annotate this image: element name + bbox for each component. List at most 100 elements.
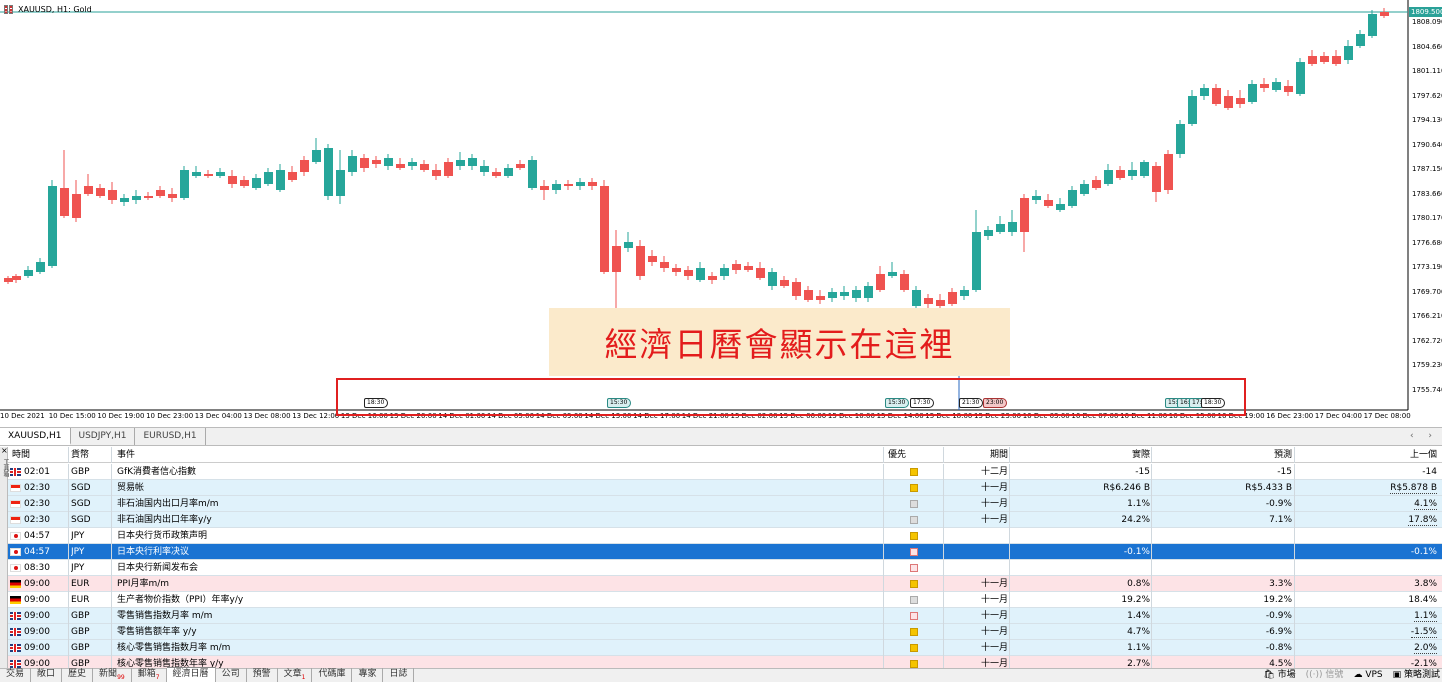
calendar-row[interactable]: 02:30 SGD 非石油国内出口月率m/m 十一月 1.1% -0.9% 4.1% — [8, 496, 1442, 512]
column-separator — [1009, 496, 1010, 512]
column-separator — [111, 592, 112, 608]
vps-link[interactable]: ☁ VPS — [1353, 669, 1382, 682]
candle-body — [120, 198, 129, 202]
column-separator — [111, 608, 112, 624]
candle-body — [204, 174, 213, 176]
candle-body — [312, 150, 321, 162]
signals-link[interactable]: ((·)) 信號 — [1306, 669, 1344, 682]
candle-body — [96, 188, 105, 196]
column-header-forecast[interactable]: 預測 — [1154, 447, 1292, 463]
candle-body — [216, 172, 225, 176]
calendar-row[interactable]: 02:01 GBP GfK消費者信心指數 十二月 -15 -15 -14 — [8, 464, 1442, 480]
column-separator — [111, 656, 112, 668]
candle-body — [1068, 190, 1077, 206]
calendar-row[interactable]: 09:00 GBP 核心零售销售指数年率 y/y 十一月 2.7% 4.5% -2.1% — [8, 656, 1442, 668]
tester-link[interactable]: ▣ 策略測試 — [1393, 669, 1440, 682]
calendar-row[interactable]: 09:00 GBP 零售销售额年率 y/y 十一月 4.7% -6.9% -1.5% — [8, 624, 1442, 640]
column-header-event[interactable]: 事件 — [117, 447, 317, 463]
calendar-row[interactable]: 04:57 JPY 日本央行货币政策声明 — [8, 528, 1442, 544]
price-chart[interactable]: XAUUSD, H1: Gold 1809.500 1808.090 1804.6… — [0, 0, 1442, 426]
toolbox-tab[interactable]: 經濟日曆 — [166, 666, 216, 682]
toolbox-tab[interactable]: 文章1 — [278, 667, 313, 682]
flag-icon — [10, 612, 21, 620]
column-header-priority[interactable]: 優先 — [888, 447, 928, 463]
flag-icon — [10, 532, 21, 540]
calendar-event-marker[interactable]: 21:30 — [959, 398, 984, 408]
toolbox-tab[interactable]: 專家 — [352, 667, 384, 682]
candle-body — [144, 196, 153, 198]
column-header-time[interactable]: 時間 — [12, 447, 52, 463]
toolbox-tab[interactable]: 預警 — [247, 667, 278, 682]
cell-period: 十一月 — [980, 659, 1008, 668]
chart-tab[interactable]: EURUSD,H1 — [135, 428, 206, 445]
toolbox-tab[interactable]: 公司 — [216, 667, 247, 682]
column-separator — [1294, 656, 1295, 668]
calendar-row[interactable]: 04:57 JPY 日本央行利率决议 -0.1% -0.1% — [8, 544, 1442, 560]
toolbox-tab[interactable]: 敞口 — [31, 667, 63, 682]
calendar-row[interactable]: 09:00 GBP 核心零售销售指数月率 m/m 十一月 1.1% -0.8% 2.0% — [8, 640, 1442, 656]
calendar-row[interactable]: 02:30 SGD 非石油国内出口年率y/y 十一月 24.2% 7.1% 17.8% — [8, 512, 1442, 528]
candle-body — [852, 290, 861, 298]
toolbox-tab[interactable]: 歷史 — [62, 667, 94, 682]
flag-icon — [10, 644, 21, 652]
calendar-event-marker[interactable]: 18:30 — [1201, 398, 1226, 408]
toolbox-tab-label: 日誌 — [389, 668, 408, 679]
column-separator — [68, 544, 69, 560]
column-header-actual[interactable]: 實際 — [1012, 447, 1150, 463]
cell-period: 十一月 — [980, 483, 1008, 493]
candle-body — [888, 272, 897, 276]
calendar-event-marker[interactable]: 17:30 — [910, 398, 935, 408]
column-header-period[interactable]: 期間 — [948, 447, 1008, 463]
candle-body — [1008, 222, 1017, 232]
candle-body — [516, 164, 525, 168]
column-separator — [1151, 624, 1152, 640]
price-axis-label: 1790.640 — [1412, 140, 1442, 149]
calendar-event-marker[interactable]: 15:30 — [607, 398, 632, 408]
chart-tab[interactable]: USDJPY,H1 — [71, 428, 136, 445]
chart-tab[interactable]: XAUUSD,H1 — [0, 428, 71, 445]
terminal-window: XAUUSD, H1: Gold 1809.500 1808.090 1804.6… — [0, 0, 1442, 682]
cell-event: PPI月率m/m — [117, 579, 170, 589]
toolbox-tab-label: 新聞 — [99, 668, 118, 679]
candle-body — [336, 170, 345, 196]
candle-body — [108, 190, 117, 200]
calendar-row[interactable]: 09:00 GBP 零售销售指数月率 m/m 十一月 1.4% -0.9% 1.1% — [8, 608, 1442, 624]
cell-event: 非石油国内出口年率y/y — [117, 515, 212, 525]
column-header-currency[interactable]: 貨幣 — [71, 447, 111, 463]
cell-period: 十一月 — [980, 611, 1008, 621]
cell-period: 十一月 — [980, 579, 1008, 589]
calendar-row[interactable]: 09:00 EUR 生产者物价指数（PPI）年率y/y 十一月 19.2% 19.2% 18… — [8, 592, 1442, 608]
candle-body — [396, 164, 405, 168]
calendar-event-marker[interactable]: 15:30 — [885, 398, 910, 408]
column-separator — [943, 656, 944, 668]
time-axis-label: 14 Dec 01:00 — [438, 412, 486, 420]
cell-previous: -14 — [1422, 467, 1437, 477]
tab-scroll-arrows[interactable]: ‹ › — [1410, 428, 1438, 445]
cell-time: 09:00 — [24, 643, 50, 653]
column-separator — [111, 480, 112, 496]
toolbox-tab[interactable]: 代碼庫 — [312, 667, 353, 682]
candle-body — [1128, 170, 1137, 176]
candle-body — [768, 272, 777, 286]
column-separator — [68, 480, 69, 496]
calendar-event-marker[interactable]: 18:30 — [364, 398, 389, 408]
toolbox-tab[interactable]: 日誌 — [383, 667, 415, 682]
calendar-row[interactable]: 02:30 SGD 贸易帐 十一月 R$6.246 B R$5.433 B R$5.878 … — [8, 480, 1442, 496]
candle-body — [876, 274, 885, 290]
candle-body — [672, 268, 681, 272]
column-separator — [1009, 608, 1010, 624]
candle-body — [840, 292, 849, 296]
calendar-row[interactable]: 09:00 EUR PPI月率m/m 十一月 0.8% 3.3% 3.8% — [8, 576, 1442, 592]
toolbox-tab[interactable]: 新聞99 — [93, 667, 132, 682]
candle-body — [600, 186, 609, 272]
toolbox-tab[interactable]: 郵箱7 — [132, 667, 167, 682]
toolbox-tab[interactable]: 交易 — [0, 667, 32, 682]
calendar-row[interactable]: 08:30 JPY 日本央行新闻发布会 — [8, 560, 1442, 576]
toolbox-tab-label: 代碼庫 — [318, 668, 346, 679]
close-icon[interactable]: × — [1, 447, 8, 455]
column-separator — [111, 544, 112, 560]
cell-event: 零售销售指数月率 m/m — [117, 611, 213, 621]
calendar-event-marker[interactable]: 23:00 — [983, 398, 1008, 408]
column-header-previous[interactable]: 上一個 — [1296, 447, 1437, 463]
market-link[interactable]: 🛍 市場 — [1263, 669, 1295, 682]
